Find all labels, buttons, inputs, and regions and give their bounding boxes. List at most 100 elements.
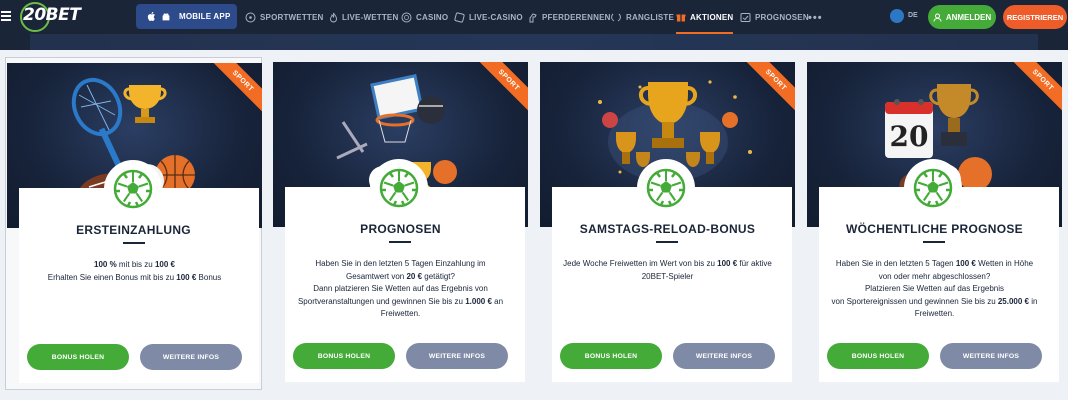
description-line: 20BET-Spieler (555, 271, 780, 284)
mobile-app-label: MOBILE APP (179, 12, 231, 21)
nav-aktionen[interactable]: AKTIONEN (676, 0, 734, 34)
hero-strip-inner (30, 34, 1038, 50)
logo[interactable]: 20BET (23, 5, 81, 25)
title-divider (656, 241, 678, 243)
promo-description: Haben Sie in den letzten 5 Tagen Einzahl… (288, 258, 513, 321)
horse-icon (529, 12, 537, 22)
nav-live-casino-label: LIVE-CASINO (469, 12, 523, 22)
weitere-infos-button[interactable]: WEITERE INFOS (140, 344, 242, 370)
forecast-icon (740, 12, 751, 22)
soccer-ball-icon (646, 168, 686, 208)
soccer-ball-icon (913, 168, 953, 208)
laurel-icon (611, 13, 621, 21)
soccer-ball-badge (638, 160, 694, 216)
description-line: Jede Woche Freiwetten im Wert von bis zu… (555, 258, 780, 271)
more-menu-icon[interactable]: ••• (808, 12, 823, 24)
nav-casino[interactable]: CASINO (401, 0, 448, 34)
weitere-infos-button[interactable]: WEITERE INFOS (673, 343, 775, 369)
bonus-holen-button[interactable]: BONUS HOLEN (27, 344, 129, 370)
login-label: ANMELDEN (945, 12, 992, 22)
soccer-ball-icon (379, 168, 419, 208)
title-divider (389, 241, 411, 243)
soccer-ball-icon (245, 12, 256, 22)
description-text: Sportveranstaltungen und gewinnen Sie bi… (297, 296, 466, 306)
description-text: Haben Sie in den letzten 5 Tagen (835, 259, 956, 268)
description-line: von oder mehr abgeschlossen? (822, 271, 1047, 284)
description-text: Erhalten Sie einen Bonus mit bis zu (47, 272, 177, 282)
promo-card[interactable]: 20 SPORT WÖCHENTLICHE PROGNOSE Haben Sie … (806, 57, 1063, 390)
description-line: Freiwetten. (822, 308, 1047, 321)
nav-casino-label: CASINO (416, 12, 449, 22)
highlight-value: 100 € (955, 259, 976, 268)
description-line: Sportveranstaltungen und gewinnen Sie bi… (288, 296, 513, 309)
description-text: Wetten in Höhe (975, 259, 1034, 268)
user-icon (933, 13, 942, 22)
description-line: Erhalten Sie einen Bonus mit bis zu 100 … (22, 272, 247, 285)
description-line: Dann platzieren Sie Wetten auf das Ergeb… (288, 283, 513, 296)
soccer-ball-badge (905, 160, 961, 216)
nav-rangliste-label: RANGLISTE (626, 12, 675, 22)
android-icon (162, 12, 170, 20)
title-divider (923, 241, 945, 243)
description-text: Haben Sie in den letzten 5 Tagen Einzahl… (315, 259, 486, 268)
promo-description: 100 % mit bis zu 100 € Erhalten Sie einen… (22, 259, 247, 284)
hamburger-menu-icon[interactable] (0, 9, 14, 25)
description-line: Haben Sie in den letzten 5 Tagen Einzahl… (288, 258, 513, 271)
highlight-value: 100 € (717, 259, 738, 268)
description-text: Bonus (196, 272, 222, 282)
register-label: REGISTRIEREN (1006, 12, 1064, 22)
nav-prognosen-label: PROGNOSEN (755, 12, 809, 22)
highlight-value: 100 € (176, 272, 197, 282)
bonus-holen-button[interactable]: BONUS HOLEN (827, 343, 929, 369)
apple-icon (147, 11, 155, 22)
promo-card[interactable]: SPORT PROGNOSEN Haben Sie in den letzten … (272, 57, 529, 390)
description-text: Freiwetten. (914, 309, 955, 318)
description-line: Platzieren Sie Wetten auf das Ergebnis (822, 283, 1047, 296)
description-text: Platzieren Sie Wetten auf das Ergebnis (864, 284, 1005, 293)
gift-icon (676, 14, 686, 22)
nav-aktionen-label: AKTIONEN (690, 12, 734, 22)
nav-prognosen[interactable]: PROGNOSEN (740, 0, 809, 34)
language-globe-icon[interactable] (890, 9, 904, 23)
promo-title: ERSTEINZAHLUNG (76, 223, 191, 237)
mobile-app-button[interactable]: MOBILE APP (136, 4, 237, 29)
promo-description: Haben Sie in den letzten 5 Tagen 100 € W… (822, 258, 1047, 321)
description-text: mit bis zu (116, 260, 155, 269)
nav-rangliste[interactable]: RANGLISTE (610, 0, 674, 34)
description-line: Gesamtwert von 20 € getätigt? (288, 271, 513, 284)
promo-title: WÖCHENTLICHE PROGNOSE (846, 222, 1023, 236)
dice-icon (454, 11, 465, 23)
description-text: getätigt? (422, 271, 455, 281)
nav-live-wetten[interactable]: LIVE-WETTEN (329, 0, 398, 34)
flame-icon (330, 12, 337, 22)
weitere-infos-button[interactable]: WEITERE INFOS (940, 343, 1042, 369)
description-line: 100 % mit bis zu 100 € (22, 259, 247, 272)
description-text: Gesamtwert von (346, 271, 407, 281)
bonus-holen-button[interactable]: BONUS HOLEN (293, 343, 395, 369)
title-divider (123, 242, 145, 244)
promo-card[interactable]: SPORT SAMSTAGS-RELOAD-BONUS Jede Woche Fr… (539, 57, 796, 390)
promo-card[interactable]: SPORT ERSTEINZAHLUNG 100 % mit bis zu 100… (5, 57, 262, 390)
register-button[interactable]: REGISTRIEREN (1003, 5, 1067, 29)
weitere-infos-button[interactable]: WEITERE INFOS (406, 343, 508, 369)
description-text: für aktive (737, 259, 772, 268)
nav-sportwetten[interactable]: SPORTWETTEN (245, 0, 324, 34)
nav-pferderennen[interactable]: PFERDERENNEN (528, 0, 611, 34)
login-button[interactable]: ANMELDEN (928, 5, 996, 29)
bonus-holen-button[interactable]: BONUS HOLEN (560, 343, 662, 369)
hero-strip (0, 34, 1068, 50)
description-text: von oder mehr abgeschlossen? (878, 271, 991, 281)
soccer-ball-icon (113, 169, 153, 209)
highlight-value: 100 % (94, 260, 117, 269)
description-text: Freiwetten. (380, 309, 421, 318)
description-text: Jede Woche Freiwetten im Wert von bis zu (563, 259, 718, 268)
promo-title: SAMSTAGS-RELOAD-BONUS (579, 222, 756, 236)
language-label[interactable]: DE (908, 12, 918, 19)
description-text: in (1029, 296, 1038, 306)
description-text: von Sportereignissen und gewinnen Sie bi… (831, 296, 998, 306)
nav-live-casino[interactable]: LIVE-CASINO (454, 0, 523, 34)
soccer-ball-badge (105, 161, 161, 217)
calendar-number: 20 (890, 120, 929, 153)
description-text: Dann platzieren Sie Wetten auf das Ergeb… (313, 284, 488, 293)
description-text: an (491, 296, 504, 306)
